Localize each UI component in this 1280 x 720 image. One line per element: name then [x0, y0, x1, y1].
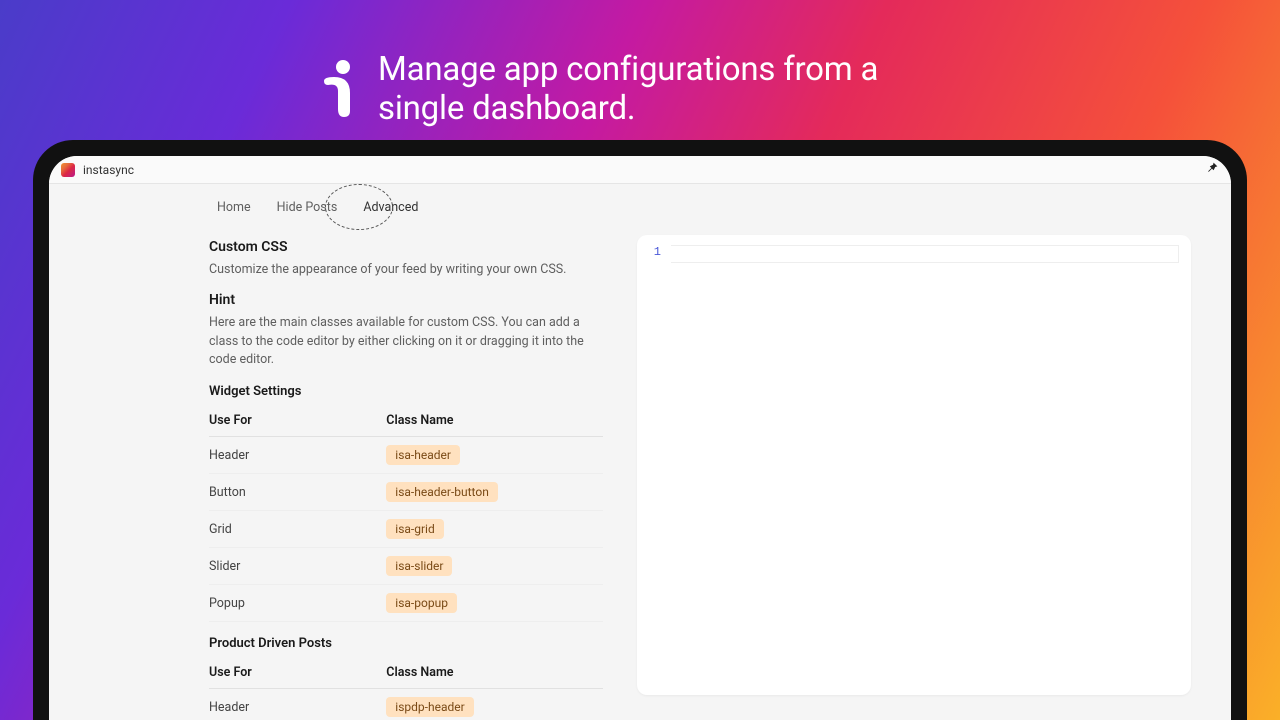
col-use-for: Use For: [209, 405, 386, 437]
group-product-posts-title: Product Driven Posts: [209, 636, 603, 651]
class-chip[interactable]: isa-header: [386, 445, 460, 465]
line-number: 1: [637, 245, 671, 263]
table-widget-settings: Use For Class Name Headerisa-header Butt…: [209, 405, 603, 622]
class-chip[interactable]: isa-slider: [386, 556, 452, 576]
tabs: Home Hide Posts Advanced: [49, 196, 1231, 229]
class-chip[interactable]: isa-header-button: [386, 482, 498, 502]
tab-hide-posts[interactable]: Hide Posts: [277, 200, 338, 215]
hero-headline: Manage app configurations from a single …: [378, 50, 960, 128]
class-chip[interactable]: ispdp-header: [386, 697, 473, 717]
table-row: Sliderisa-slider: [209, 548, 603, 585]
table-row: Gridisa-grid: [209, 511, 603, 548]
hero: Manage app configurations from a single …: [320, 50, 960, 128]
app-topbar: instasync: [49, 156, 1231, 184]
code-editor[interactable]: 1: [637, 235, 1191, 695]
class-chip[interactable]: isa-grid: [386, 519, 443, 539]
app-icon: [61, 163, 75, 177]
table-row: Headerisa-header: [209, 437, 603, 474]
hint-desc: Here are the main classes available for …: [209, 314, 603, 370]
tab-home[interactable]: Home: [217, 200, 251, 215]
app-screen: instasync Home Hide Posts Advanced Custo…: [49, 156, 1231, 720]
brand-logo-icon: [320, 59, 360, 119]
group-widget-settings-title: Widget Settings: [209, 384, 603, 399]
col-class-name: Class Name: [386, 405, 603, 437]
class-chip[interactable]: isa-popup: [386, 593, 457, 613]
table-row: Buttonisa-header-button: [209, 474, 603, 511]
table-row: Headerispdp-header: [209, 689, 603, 720]
col-class-name: Class Name: [386, 657, 603, 689]
custom-css-heading: Custom CSS: [209, 239, 603, 255]
tab-advanced[interactable]: Advanced: [363, 200, 418, 215]
hint-heading: Hint: [209, 292, 603, 308]
pin-icon[interactable]: [1206, 161, 1219, 178]
settings-panel: Custom CSS Customize the appearance of y…: [209, 229, 603, 720]
col-use-for: Use For: [209, 657, 386, 689]
device-frame: instasync Home Hide Posts Advanced Custo…: [33, 140, 1247, 720]
table-row: Popupisa-popup: [209, 585, 603, 622]
app-name: instasync: [83, 163, 134, 177]
table-product-posts: Use For Class Name Headerispdp-header Sl…: [209, 657, 603, 720]
custom-css-desc: Customize the appearance of your feed by…: [209, 261, 603, 280]
code-input[interactable]: [671, 245, 1179, 263]
